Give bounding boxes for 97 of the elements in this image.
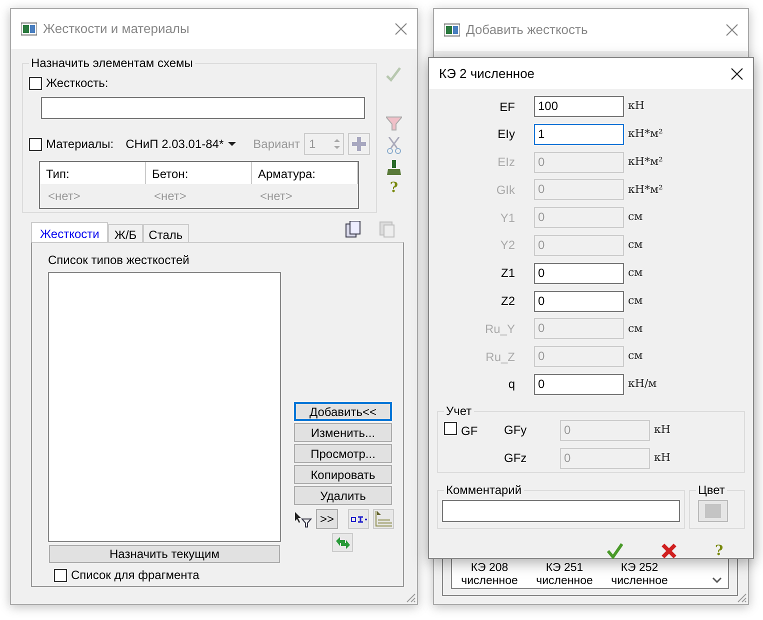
checkbox[interactable] xyxy=(29,138,42,150)
unit-label: кН xyxy=(628,98,644,114)
action-button[interactable]: Изменить... xyxy=(294,423,392,442)
column-header[interactable]: Арматура: xyxy=(252,162,358,184)
window-title: КЭ 2 численное xyxy=(439,64,535,83)
brush-icon[interactable] xyxy=(386,160,402,175)
ok-icon[interactable] xyxy=(607,542,623,559)
group-legend: Назначить элементам схемы xyxy=(29,56,195,70)
checkbox[interactable] xyxy=(54,568,67,582)
table-cell-text: <нет> xyxy=(153,188,188,205)
list-item-title: КЭ 251 xyxy=(546,562,584,575)
list-item-subtitle: численное xyxy=(536,575,593,588)
checkbox-label: Список для фрагмента xyxy=(71,567,200,584)
action-button[interactable]: Удалить xyxy=(294,486,392,505)
caret-icon xyxy=(228,142,236,146)
swap-icon xyxy=(334,536,350,550)
window-title: Жесткости и материалы xyxy=(43,20,190,38)
spinner-arrows-icon xyxy=(334,137,340,151)
checkbox[interactable] xyxy=(444,422,457,435)
resize-grip[interactable] xyxy=(404,591,416,603)
checkbox-label: Жесткость: xyxy=(46,75,108,92)
column-header[interactable]: Тип: xyxy=(40,162,146,184)
action-button[interactable]: Добавить<< xyxy=(294,402,392,421)
unit-label: кН*м² xyxy=(628,182,663,198)
list-caption: Список типов жесткостей xyxy=(48,252,190,269)
variant-label: Вариант xyxy=(253,136,300,153)
field-label: q xyxy=(507,376,515,394)
scissors-icon[interactable] xyxy=(386,137,402,154)
table-tool-button[interactable] xyxy=(348,509,369,529)
group-legend: Цвет xyxy=(696,482,727,497)
tab[interactable]: Сталь xyxy=(142,224,189,242)
tab[interactable]: Ж/Б xyxy=(108,224,143,242)
unit-label: см xyxy=(628,320,643,337)
unit-label: кН*м² xyxy=(628,154,663,170)
action-button[interactable]: Просмотр... xyxy=(294,444,392,463)
field-label: Ru_Y xyxy=(484,320,515,338)
norm-dropdown[interactable]: СНиП 2.03.01-84* xyxy=(126,135,236,153)
checkbox-label: GF xyxy=(461,422,478,440)
value-field[interactable]: 1 xyxy=(534,124,624,145)
tab[interactable]: Жесткости xyxy=(31,222,108,242)
checkbox[interactable] xyxy=(29,76,42,90)
resize-grip[interactable] xyxy=(735,591,747,603)
value-field[interactable]: 0 xyxy=(534,374,624,395)
plus-icon xyxy=(352,137,366,151)
color-button[interactable] xyxy=(698,500,728,522)
field-label: Z2 xyxy=(500,293,515,310)
field-label: GFy xyxy=(504,422,528,440)
close-button[interactable] xyxy=(731,68,743,80)
comment-field[interactable] xyxy=(442,500,680,522)
group-legend: Комментарий xyxy=(444,482,524,497)
value-field[interactable]: 100 xyxy=(534,96,624,117)
table-cell-text: <нет> xyxy=(47,188,82,205)
stiffness-field[interactable] xyxy=(41,97,365,119)
unit-label: кН/м xyxy=(628,376,657,392)
scroll-down-icon[interactable] xyxy=(712,577,722,583)
unit-label: кН xyxy=(654,422,670,438)
check-icon[interactable] xyxy=(386,67,402,82)
value-field[interactable]: 0 xyxy=(534,262,624,284)
color-swatch xyxy=(705,504,721,518)
field-label: GIk xyxy=(495,182,515,199)
select-filter-icon[interactable] xyxy=(294,510,312,528)
checkbox-label: Материалы: xyxy=(46,136,114,153)
group-legend: Учет xyxy=(444,404,474,418)
field-label: EF xyxy=(498,98,515,116)
window-title: Добавить жесткость xyxy=(466,21,588,40)
field-label: GFz xyxy=(504,450,528,468)
field-label: Y1 xyxy=(499,210,515,227)
unit-label: см xyxy=(628,265,643,282)
field-label: EIz xyxy=(496,154,515,172)
list-item-subtitle: численное xyxy=(461,575,518,588)
unit-label: см xyxy=(628,348,643,364)
field-label: Ru_Z xyxy=(484,348,515,366)
list-item-title: КЭ 252 xyxy=(620,562,658,575)
unit-label: см xyxy=(628,237,643,254)
unit-label: кН*м² xyxy=(628,126,663,142)
window-icon xyxy=(444,23,460,37)
action-button[interactable]: Копировать xyxy=(294,465,392,484)
copy-icon[interactable] xyxy=(345,221,361,238)
value-field[interactable]: 0 xyxy=(534,290,624,312)
list-item-title: КЭ 208 xyxy=(470,562,508,575)
table-cell-text: <нет> xyxy=(259,188,294,205)
cancel-icon[interactable] xyxy=(661,542,677,559)
column-header[interactable]: Бетон: xyxy=(146,162,252,184)
window-icon xyxy=(21,22,37,36)
filter-icon[interactable] xyxy=(386,116,402,131)
field-label: Y2 xyxy=(499,237,515,254)
move-button[interactable]: >> xyxy=(316,509,338,529)
steps-icon xyxy=(374,511,392,527)
add-material-button[interactable] xyxy=(348,133,370,155)
list-item-subtitle: численное xyxy=(611,575,668,588)
field-label: Z1 xyxy=(500,265,515,282)
field-label: EIy xyxy=(496,126,515,144)
unit-label: см xyxy=(628,209,643,226)
unit-label: кН xyxy=(654,450,670,466)
unit-label: см xyxy=(628,292,643,309)
assign-button[interactable]: Назначить текущим xyxy=(49,545,280,563)
columns-icon xyxy=(350,514,366,524)
